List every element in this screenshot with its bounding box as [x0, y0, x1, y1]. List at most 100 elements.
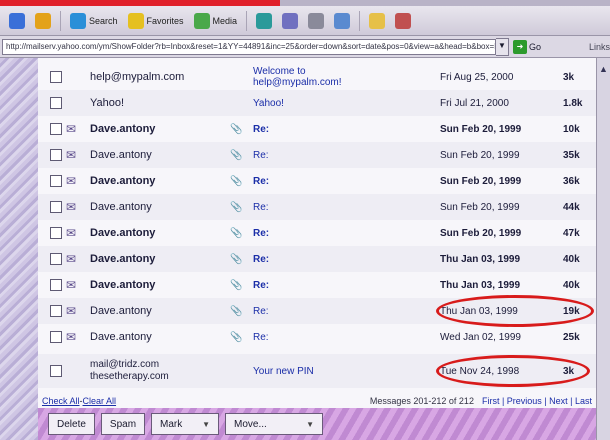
- print-button[interactable]: [305, 10, 327, 32]
- sender-name[interactable]: Dave.antony: [90, 227, 155, 239]
- table-row[interactable]: mail@tridz.com thesetherapy.com Your new P…: [38, 354, 596, 388]
- edit-button[interactable]: [331, 10, 353, 32]
- sender-name[interactable]: Dave.antony: [90, 175, 155, 187]
- message-count: Messages 201-212 of 212: [369, 396, 474, 406]
- row-checkbox[interactable]: [50, 175, 62, 187]
- mark-label: Mark: [160, 418, 183, 430]
- history-button[interactable]: [253, 10, 275, 32]
- address-dropdown-button[interactable]: ▼: [496, 37, 509, 56]
- subject-link[interactable]: Welcome to help@mypalm.com!: [253, 66, 373, 88]
- envelope-icon: ✉: [66, 148, 77, 162]
- move-select[interactable]: Move... ▼: [225, 413, 324, 435]
- browser-toolbar: Search Favorites Media: [0, 6, 610, 36]
- spam-button[interactable]: Spam: [100, 413, 146, 435]
- sender-name[interactable]: help@mypalm.com: [90, 71, 184, 83]
- sender-name[interactable]: mail@tridz.com thesetherapy.com: [90, 359, 169, 383]
- envelope-icon: ✉: [66, 278, 77, 292]
- message-size: 35k: [563, 149, 580, 161]
- edit-icon: [334, 12, 351, 29]
- message-date: Sun Feb 20, 1999: [440, 201, 520, 213]
- sender-name[interactable]: Dave.antony: [90, 253, 155, 265]
- paperclip-icon: 📎: [230, 331, 243, 343]
- subject-link[interactable]: Re:: [253, 202, 269, 213]
- row-checkbox[interactable]: [50, 305, 62, 317]
- address-input[interactable]: http://mailserv.yahoo.com/ym/ShowFolder?…: [2, 38, 497, 55]
- chevron-down-icon: ▼: [306, 419, 315, 429]
- go-arrow-icon: ➜: [512, 39, 527, 54]
- table-row[interactable]: ✉ Dave.antony 📎 Re: Thu Jan 03, 1999 19k: [38, 298, 596, 324]
- action-bar: Delete Spam Mark ▼ Move... ▼: [38, 408, 596, 440]
- sender-name[interactable]: Dave.antony: [90, 331, 152, 343]
- mark-select[interactable]: Mark ▼: [151, 413, 220, 435]
- clear-all-link[interactable]: Clear All: [83, 396, 117, 406]
- back-button[interactable]: [6, 10, 28, 32]
- subject-link[interactable]: Yahoo!: [253, 98, 284, 109]
- print-icon: [308, 12, 325, 29]
- subject-link[interactable]: Your new PIN: [253, 366, 314, 377]
- page-nav-links[interactable]: First | Previous | Next | Last: [482, 396, 592, 406]
- subject-link[interactable]: Re:: [253, 280, 269, 291]
- subject-link[interactable]: Re:: [253, 176, 269, 187]
- row-checkbox[interactable]: [50, 71, 62, 83]
- sender-name[interactable]: Dave.antony: [90, 201, 152, 213]
- mail-button[interactable]: [279, 10, 301, 32]
- sender-name[interactable]: Dave.antony: [90, 123, 155, 135]
- subject-link[interactable]: Re:: [253, 306, 269, 317]
- scroll-up-icon[interactable]: ▲: [597, 64, 610, 74]
- message-size: 36k: [563, 175, 580, 187]
- vertical-scrollbar[interactable]: ▲: [596, 58, 610, 440]
- table-row[interactable]: ✉ Dave.antony 📎 Re: Thu Jan 03, 1999 40k: [38, 246, 596, 272]
- toolbar-separator: [359, 10, 361, 31]
- subject-link[interactable]: Re:: [253, 254, 269, 265]
- row-checkbox[interactable]: [50, 149, 62, 161]
- subject-link[interactable]: Re:: [253, 150, 269, 161]
- paperclip-icon: 📎: [230, 227, 243, 239]
- sender-name[interactable]: Dave.antony: [90, 149, 152, 161]
- message-size: 1.8k: [563, 97, 583, 109]
- delete-button[interactable]: Delete: [48, 413, 95, 435]
- media-button[interactable]: Media: [191, 10, 241, 32]
- media-icon: [193, 12, 210, 29]
- sender-name[interactable]: Dave.antony: [90, 305, 152, 317]
- table-row[interactable]: ✉ Dave.antony 📎 Re: Thu Jan 03, 1999 40k: [38, 272, 596, 298]
- table-row[interactable]: ✉ Dave.antony 📎 Re: Sun Feb 20, 1999 47k: [38, 220, 596, 246]
- message-size: 3k: [563, 365, 575, 377]
- check-all-link[interactable]: Check All: [42, 396, 80, 406]
- subject-link[interactable]: Re:: [253, 332, 269, 343]
- message-list: help@mypalm.com Welcome to help@mypalm.co…: [38, 58, 596, 394]
- row-checkbox[interactable]: [50, 331, 62, 343]
- table-row[interactable]: ✉ Dave.antony 📎 Re: Wed Jan 02, 1999 25k: [38, 324, 596, 350]
- favorites-button[interactable]: Favorites: [125, 10, 187, 32]
- go-button[interactable]: ➜ Go: [512, 39, 541, 54]
- row-checkbox[interactable]: [50, 227, 62, 239]
- table-row[interactable]: ✉ Dave.antony 📎 Re: Sun Feb 20, 1999 44k: [38, 194, 596, 220]
- table-row[interactable]: help@mypalm.com Welcome to help@mypalm.co…: [38, 64, 596, 90]
- table-row[interactable]: ✉ Dave.antony 📎 Re: Sun Feb 20, 1999 35k: [38, 142, 596, 168]
- sender-name[interactable]: Dave.antony: [90, 279, 155, 291]
- sender-line-2: thesetherapy.com: [90, 371, 169, 382]
- folder-button[interactable]: [366, 10, 388, 32]
- go-label: Go: [528, 41, 541, 52]
- envelope-icon: ✉: [66, 174, 77, 188]
- sender-name[interactable]: Yahoo!: [90, 97, 124, 109]
- table-row[interactable]: Yahoo! Yahoo! Fri Jul 21, 2000 1.8k: [38, 90, 596, 116]
- discuss-button[interactable]: [392, 10, 414, 32]
- message-date: Fri Aug 25, 2000: [440, 71, 514, 83]
- row-checkbox[interactable]: [50, 279, 62, 291]
- subject-link[interactable]: Re:: [253, 228, 269, 239]
- row-checkbox[interactable]: [50, 253, 62, 265]
- message-size: 3k: [563, 71, 575, 83]
- message-size: 40k: [563, 279, 580, 291]
- subject-link[interactable]: Re:: [253, 124, 269, 135]
- favorites-icon: [127, 12, 144, 29]
- row-checkbox[interactable]: [50, 365, 62, 377]
- search-button[interactable]: Search: [67, 10, 121, 32]
- list-footer-nav: Check All - Clear All Messages 201-212 o…: [38, 394, 596, 408]
- row-checkbox[interactable]: [50, 201, 62, 213]
- row-checkbox[interactable]: [50, 123, 62, 135]
- row-checkbox[interactable]: [50, 97, 62, 109]
- table-row[interactable]: ✉ Dave.antony 📎 Re: Sun Feb 20, 1999 10k: [38, 116, 596, 142]
- table-row[interactable]: ✉ Dave.antony 📎 Re: Sun Feb 20, 1999 36k: [38, 168, 596, 194]
- links-label[interactable]: Links: [589, 42, 610, 52]
- home-button[interactable]: [32, 10, 54, 32]
